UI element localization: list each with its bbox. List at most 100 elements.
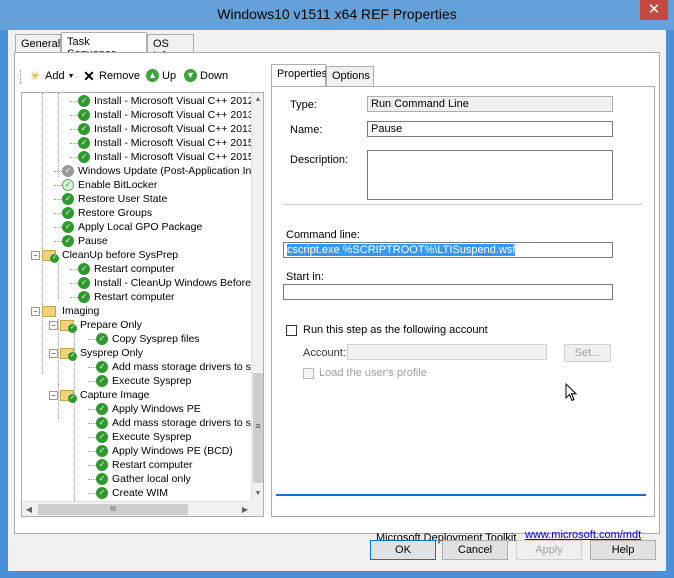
tree-item[interactable]: ✓ Install - Microsoft Visual C++ 2015 [78, 136, 252, 150]
tree-connector [54, 241, 62, 242]
step-check-icon: ✓ [78, 137, 90, 149]
tree-connector [54, 171, 62, 172]
tree-horizontal-scrollbar[interactable]: ◀ III ▶ [22, 501, 252, 516]
account-label: Account: [303, 347, 346, 359]
tree-item[interactable]: ✓ Gather local only [96, 472, 191, 486]
tree-item[interactable]: ✓ Restart computer [78, 262, 175, 276]
tree-item[interactable]: ✓ Execute Sysprep [96, 374, 191, 388]
set-account-button: Set... [564, 344, 611, 362]
collapse-icon[interactable]: − [49, 348, 58, 358]
step-check-icon: ✓ [78, 277, 90, 289]
name-field[interactable]: Pause [367, 121, 613, 137]
cancel-button[interactable]: Cancel [442, 540, 508, 560]
type-label: Type: [290, 99, 317, 111]
remove-label: Remove [99, 70, 140, 82]
tree-vertical-scrollbar[interactable]: ▲ ≡ ▼ [251, 93, 263, 501]
tab-properties[interactable]: Properties [271, 64, 327, 87]
help-button[interactable]: Help [590, 540, 656, 560]
tree-item[interactable]: ✓ Create WIM [96, 486, 168, 500]
vertical-scroll-thumb[interactable]: ≡ [253, 373, 263, 483]
down-button[interactable]: ▼ Down [184, 69, 228, 82]
task-sequence-toolbar: ✳ Add ▼ ✕ Remove ▲ Up ▼ Down [20, 66, 255, 88]
collapse-icon[interactable]: − [31, 250, 40, 260]
tree-item-label: CleanUp before SysPrep [62, 249, 179, 261]
tree-item-label: Restart computer [94, 291, 175, 303]
tree-item[interactable]: ✓ Install - CleanUp Windows Before [78, 276, 251, 290]
properties-panel: Type: Run Command Line Name: Pause Descr… [271, 86, 655, 544]
collapse-icon[interactable]: − [31, 306, 40, 316]
add-button[interactable]: ✳ Add ▼ [28, 69, 75, 83]
scroll-left-icon[interactable]: ◀ [22, 502, 36, 516]
tree-item[interactable]: − ✓ Prepare Only [49, 318, 142, 333]
run-as-checkbox[interactable] [286, 325, 297, 336]
tree-item-label: Install - Microsoft Visual C++ 2013 [94, 109, 252, 121]
tree-item[interactable]: ✓ Pause [62, 234, 108, 248]
step-check-icon: ✓ [96, 431, 108, 443]
tree-item[interactable]: ✓ Copy Sysprep files [96, 332, 200, 346]
tab-options[interactable]: Options [326, 66, 374, 86]
tree-connector [70, 269, 78, 270]
tree-item[interactable]: ✓ Install - Microsoft Visual C++ 2013 [78, 122, 252, 136]
tree-item-label: Restore User State [78, 193, 168, 205]
tree-item[interactable]: ✓ Add mass storage drivers to sy [96, 416, 252, 430]
tree-item-label: Install - CleanUp Windows Before [94, 277, 251, 289]
tree-item[interactable]: − ✓ Capture Image [49, 388, 150, 403]
tree-item[interactable]: ✓ Enable BitLocker [62, 178, 157, 192]
folder-icon: ✓ [60, 319, 77, 333]
tree-item[interactable]: ✓ Apply Windows PE [96, 402, 201, 416]
title-bar[interactable]: Windows10 v1511 x64 REF Properties ✕ [0, 0, 674, 30]
properties-window: Windows10 v1511 x64 REF Properties ✕ Gen… [0, 0, 674, 578]
horizontal-scroll-thumb[interactable]: III [38, 504, 188, 515]
scroll-up-icon[interactable]: ▲ [252, 93, 263, 107]
arrow-down-icon: ▼ [184, 69, 197, 82]
command-line-label: Command line: [286, 229, 360, 241]
tree-item[interactable]: − ✓ CleanUp before SysPrep [31, 248, 179, 263]
tree-viewport: ✓ Install - Microsoft Visual C++ 2012 ✓ Ins… [22, 93, 252, 501]
tree-item[interactable]: ✓ Restart computer [78, 290, 175, 304]
tree-connector [70, 115, 78, 116]
tree-item-label: Pause [78, 235, 108, 247]
tree-item[interactable]: ✓ Execute Sysprep [96, 430, 191, 444]
tree-item-label: Add mass storage drivers to sy [112, 417, 252, 429]
dialog-client: General Task Sequence OS Info ✳ Add ▼ ✕ … [8, 30, 666, 571]
collapse-icon[interactable]: − [49, 390, 58, 400]
run-as-label: Run this step as the following account [303, 324, 488, 336]
tree-item-label: Enable BitLocker [78, 179, 158, 191]
tree-item[interactable]: ✓ Install - Microsoft Visual C++ 2013 [78, 108, 252, 122]
command-line-field[interactable]: cscript.exe %SCRIPTROOT%\LTISuspend.wsf [283, 242, 613, 258]
scroll-down-icon[interactable]: ▼ [252, 487, 263, 501]
tree-item[interactable]: ✓ Install - Microsoft Visual C++ 2015 [78, 150, 252, 164]
add-dropdown-icon: ▼ [67, 72, 75, 80]
task-sequence-tree[interactable]: ✓ Install - Microsoft Visual C++ 2012 ✓ Ins… [21, 92, 264, 517]
ok-button[interactable]: OK [370, 540, 436, 560]
up-label: Up [162, 69, 177, 82]
start-in-field[interactable] [283, 284, 613, 300]
collapse-icon[interactable]: − [49, 320, 58, 330]
tab-os-info[interactable]: OS Info [147, 34, 194, 62]
tree-item[interactable]: ✓ Add mass storage drivers to sy [96, 360, 252, 374]
start-in-label: Start in: [286, 271, 324, 283]
tree-item[interactable]: ✓ Apply Local GPO Package [62, 220, 202, 234]
tab-general[interactable]: General [15, 34, 61, 54]
tree-connector [54, 227, 62, 228]
toolbar-grip [20, 70, 23, 84]
tree-item[interactable]: ✓ Restore Groups [62, 206, 152, 220]
tree-connector [88, 409, 96, 410]
tree-connector [88, 339, 96, 340]
tree-item[interactable]: ✓ Restore User State [62, 192, 167, 206]
description-field[interactable] [367, 150, 613, 200]
tree-item-label: Install - Microsoft Visual C++ 2013 [94, 123, 252, 135]
tree-connector [54, 185, 62, 186]
tree-item[interactable]: ✓ Windows Update (Post-Application Ins [62, 164, 252, 178]
tree-item[interactable]: − ✓ Sysprep Only [49, 346, 143, 361]
tree-item[interactable]: ✓ Apply Windows PE (BCD) [96, 444, 233, 458]
tree-item-label: Apply Windows PE (BCD) [112, 445, 233, 457]
remove-button[interactable]: ✕ Remove [82, 69, 140, 83]
tree-item-label: Capture Image [80, 389, 150, 401]
close-button[interactable]: ✕ [640, 0, 668, 20]
tree-item[interactable]: ✓ Install - Microsoft Visual C++ 2012 [78, 94, 252, 108]
tree-guide-line [58, 93, 59, 177]
tree-item[interactable]: ✓ Restart computer [96, 458, 193, 472]
up-button[interactable]: ▲ Up [146, 69, 176, 82]
tree-item[interactable]: − Imaging [31, 304, 99, 318]
